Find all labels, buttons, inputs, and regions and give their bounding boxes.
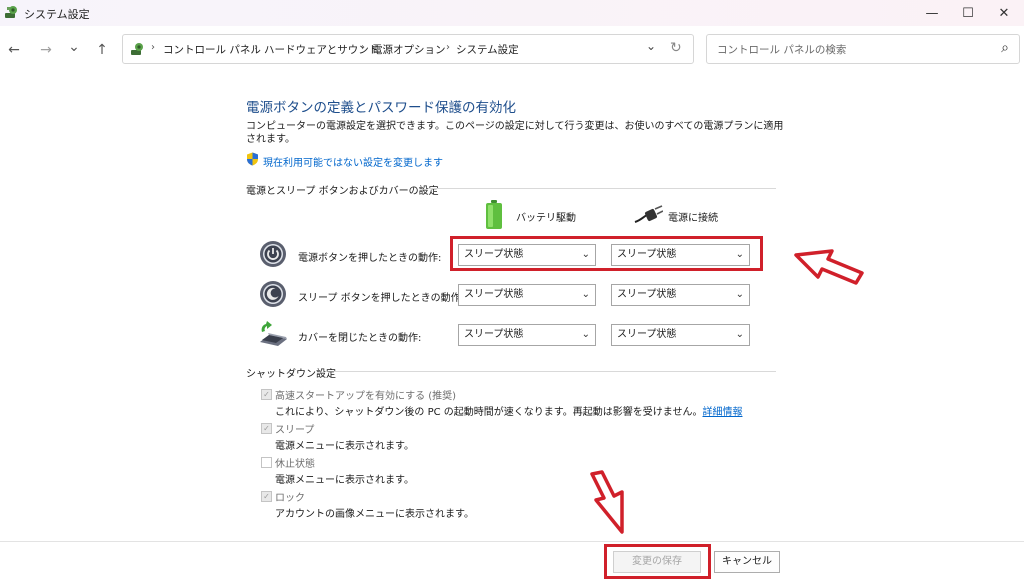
cancel-button[interactable]: キャンセル <box>714 551 780 573</box>
chevron-down-icon: ⌄ <box>581 329 590 340</box>
sleep-option-label: スリープ <box>275 425 315 436</box>
breadcrumb-separator: › <box>446 42 450 53</box>
lid-close-battery-value: スリープ状態 <box>464 329 524 340</box>
lock-option-label: ロック <box>275 493 305 504</box>
page-description: コンピューターの電源設定を選択できます。このページの設定に対して行う変更は、お使… <box>246 121 784 145</box>
fast-startup-description: これにより、シャットダウン後の PC の起動時間が速くなります。再起動は影響を受… <box>275 403 742 418</box>
save-changes-button[interactable]: 変更の保存 <box>613 551 701 573</box>
forward-arrow-icon[interactable]: → <box>36 40 56 60</box>
control-panel-icon <box>5 6 17 18</box>
lock-option-description: アカウントの画像メニューに表示されます。 <box>275 509 474 520</box>
hibernate-option-description: 電源メニューに表示されます。 <box>275 475 414 486</box>
plugged-in-column-header: 電源に接続 <box>668 213 718 224</box>
highlight-box <box>450 236 763 271</box>
refresh-icon[interactable]: ↻ <box>670 40 682 56</box>
chevron-down-icon: ⌄ <box>735 289 744 300</box>
title-bar <box>0 0 1024 26</box>
address-dropdown-icon[interactable]: ⌄ <box>646 39 656 53</box>
back-arrow-icon[interactable]: ← <box>4 40 24 60</box>
breadcrumb-item-power-options[interactable]: 電源オプション <box>372 42 446 57</box>
section-divider <box>428 188 776 189</box>
lid-close-battery-select[interactable]: スリープ状態 ⌄ <box>458 324 596 346</box>
power-button-icon <box>260 241 286 267</box>
lid-close-plugged-select[interactable]: スリープ状態 ⌄ <box>611 324 750 346</box>
sleep-button-plugged-value: スリープ状態 <box>617 289 677 300</box>
control-panel-icon <box>131 43 143 55</box>
power-button-action-label: 電源ボタンを押したときの動作: <box>298 253 442 264</box>
power-section-label: 電源とスリープ ボタンおよびカバーの設定 <box>246 186 439 197</box>
chevron-down-icon: ⌄ <box>581 289 590 300</box>
breadcrumb-item-system-settings[interactable]: システム設定 <box>456 42 519 57</box>
up-arrow-icon[interactable]: ↑ <box>92 40 112 60</box>
search-input[interactable] <box>715 41 989 59</box>
breadcrumb-separator: › <box>151 42 155 53</box>
close-button[interactable]: ✕ <box>987 0 1021 26</box>
sleep-button-plugged-select[interactable]: スリープ状態 ⌄ <box>611 284 750 306</box>
change-unavailable-settings-link[interactable]: 現在利用可能ではない設定を変更します <box>263 154 443 169</box>
hibernate-checkbox[interactable] <box>261 457 272 468</box>
page-title: 電源ボタンの定義とパスワード保護の有効化 <box>246 100 516 116</box>
sleep-button-battery-select[interactable]: スリープ状態 ⌄ <box>458 284 596 306</box>
lock-checkbox[interactable]: ✓ <box>261 491 272 502</box>
minimize-button[interactable]: — <box>915 0 949 26</box>
shutdown-section-label: シャットダウン設定 <box>246 369 336 380</box>
power-plug-icon <box>634 205 663 223</box>
window-title: システム設定 <box>24 8 90 21</box>
fast-startup-label: 高速スタートアップを有効にする (推奨) <box>275 391 457 402</box>
search-box: ⌕ <box>706 34 1020 64</box>
footer-divider <box>0 541 1024 542</box>
uac-shield-icon <box>247 152 258 166</box>
sleep-checkbox[interactable]: ✓ <box>261 423 272 434</box>
battery-column-header: バッテリ駆動 <box>516 213 576 224</box>
details-link[interactable]: 詳細情報 <box>702 407 742 418</box>
fast-startup-checkbox[interactable]: ✓ <box>261 389 272 400</box>
lid-close-plugged-value: スリープ状態 <box>617 329 677 340</box>
sleep-button-battery-value: スリープ状態 <box>464 289 524 300</box>
breadcrumb-separator: › <box>361 42 365 53</box>
sleep-button-action-label: スリープ ボタンを押したときの動作: <box>298 293 464 304</box>
battery-icon <box>486 200 502 229</box>
chevron-down-icon: ⌄ <box>735 329 744 340</box>
breadcrumb-separator: › <box>254 42 258 53</box>
breadcrumb-item-control-panel[interactable]: コントロール パネル <box>163 42 261 57</box>
recent-locations-icon[interactable]: ⌄ <box>64 37 84 57</box>
sleep-option-description: 電源メニューに表示されます。 <box>275 441 414 452</box>
section-divider <box>334 371 776 372</box>
laptop-lid-icon <box>260 321 287 346</box>
hibernate-option-label: 休止状態 <box>275 459 315 470</box>
maximize-button[interactable]: ☐ <box>951 0 985 26</box>
highlight-arrow-left-icon <box>794 249 864 285</box>
search-icon[interactable]: ⌕ <box>1001 40 1009 56</box>
lid-close-action-label: カバーを閉じたときの動作: <box>298 333 422 344</box>
fast-startup-description-text: これにより、シャットダウン後の PC の起動時間が速くなります。再起動は影響を受… <box>275 407 703 418</box>
sleep-button-icon <box>260 281 286 307</box>
highlight-arrow-down-icon <box>590 470 624 534</box>
